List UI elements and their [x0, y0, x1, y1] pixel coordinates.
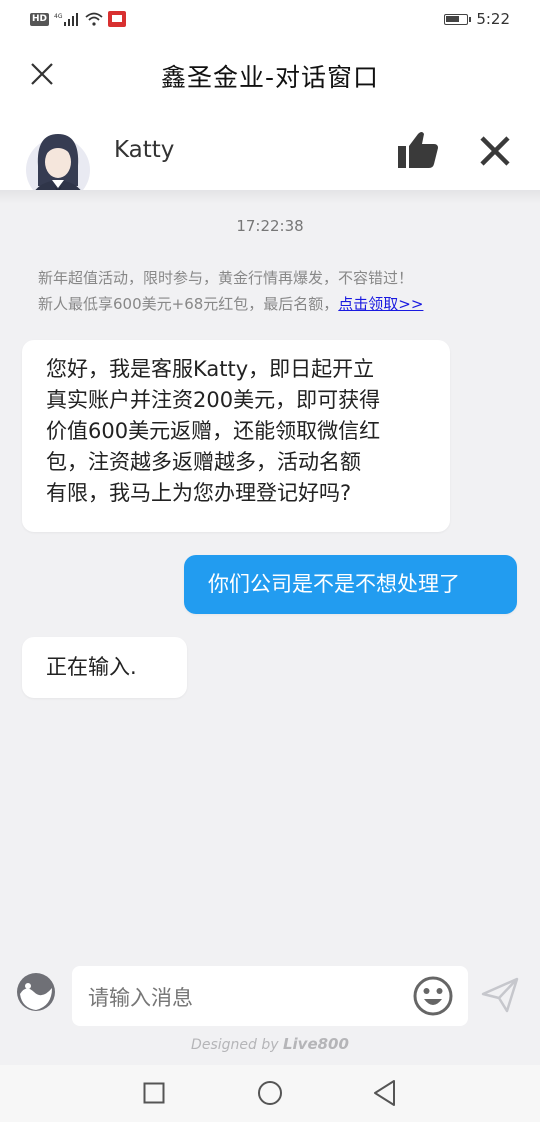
battery-icon — [444, 13, 472, 25]
powered-by-footer: Designed by Live800 — [0, 1035, 540, 1053]
message-line: 价值600美元返赠，还能领取微信红 — [46, 419, 381, 443]
thumbs-up-icon[interactable] — [396, 130, 440, 170]
agent-bar-shadow — [0, 190, 540, 204]
header: 鑫圣金业-对话窗口 — [0, 40, 540, 110]
send-paper-plane-icon[interactable] — [481, 976, 519, 1014]
message-line: 有限，我马上为您办理登记好吗? — [46, 481, 352, 505]
status-bar: HD 4G 5:22 — [0, 0, 540, 40]
user-message-bubble: 你们公司是不是不想处理了 — [184, 555, 517, 614]
app-notification-icon — [108, 11, 127, 27]
theme-toggle-icon[interactable] — [16, 972, 56, 1012]
page-title: 鑫圣金业-对话窗口 — [160, 63, 380, 92]
signal-label: 4G — [54, 13, 63, 20]
agent-message-bubble: 您好，我是客服Katty，即日起开立 真实账户并注资200美元，即可获得 价值6… — [22, 340, 450, 532]
typing-indicator-bubble: 正在输入. — [22, 637, 187, 698]
back-icon[interactable] — [372, 1079, 398, 1107]
message-line: 您好，我是客服Katty，即日起开立 — [46, 357, 375, 381]
user-message-text: 你们公司是不是不想处理了 — [208, 572, 460, 596]
hd-indicator: HD — [30, 12, 50, 26]
agent-bar: Katty — [0, 110, 540, 202]
footer-prefix: Designed by — [191, 1037, 279, 1053]
close-icon[interactable] — [476, 132, 514, 170]
message-line: 包，注资越多返赠越多，活动名额 — [46, 450, 361, 474]
promo-notice: 新年超值活动，限时参与，黄金行情再爆发，不容错过！ 新人最低享600美元+68元… — [38, 265, 508, 317]
status-time: 5:22 — [476, 10, 510, 28]
message-input[interactable]: 请输入消息 — [72, 966, 468, 1026]
footer-brand: Live800 — [282, 1035, 349, 1053]
status-icons-left: HD 4G — [30, 11, 127, 27]
typing-indicator-text: 正在输入. — [46, 655, 137, 679]
recent-apps-icon[interactable] — [143, 1082, 165, 1104]
message-input-placeholder: 请输入消息 — [88, 986, 193, 1010]
promo-notice-text: 新人最低享600美元+68元红包，最后名额， — [38, 295, 339, 313]
message-line: 真实账户并注资200美元，即可获得 — [46, 388, 381, 412]
agent-name: Katty — [114, 137, 175, 163]
message-timestamp: 17:22:38 — [236, 217, 304, 235]
promo-notice-line1: 新年超值活动，限时参与，黄金行情再爆发，不容错过！ — [38, 269, 414, 287]
wifi-icon — [85, 12, 103, 26]
signal-icon: 4G — [54, 13, 79, 26]
home-icon[interactable] — [257, 1080, 283, 1106]
system-nav-bar — [0, 1065, 540, 1122]
emoji-smile-icon[interactable] — [412, 975, 454, 1017]
status-icons-right: 5:22 — [444, 10, 510, 28]
promo-notice-line2: 新人最低享600美元+68元红包，最后名额，点击领取>> — [38, 291, 508, 317]
promo-claim-link[interactable]: 点击领取>> — [338, 295, 423, 313]
